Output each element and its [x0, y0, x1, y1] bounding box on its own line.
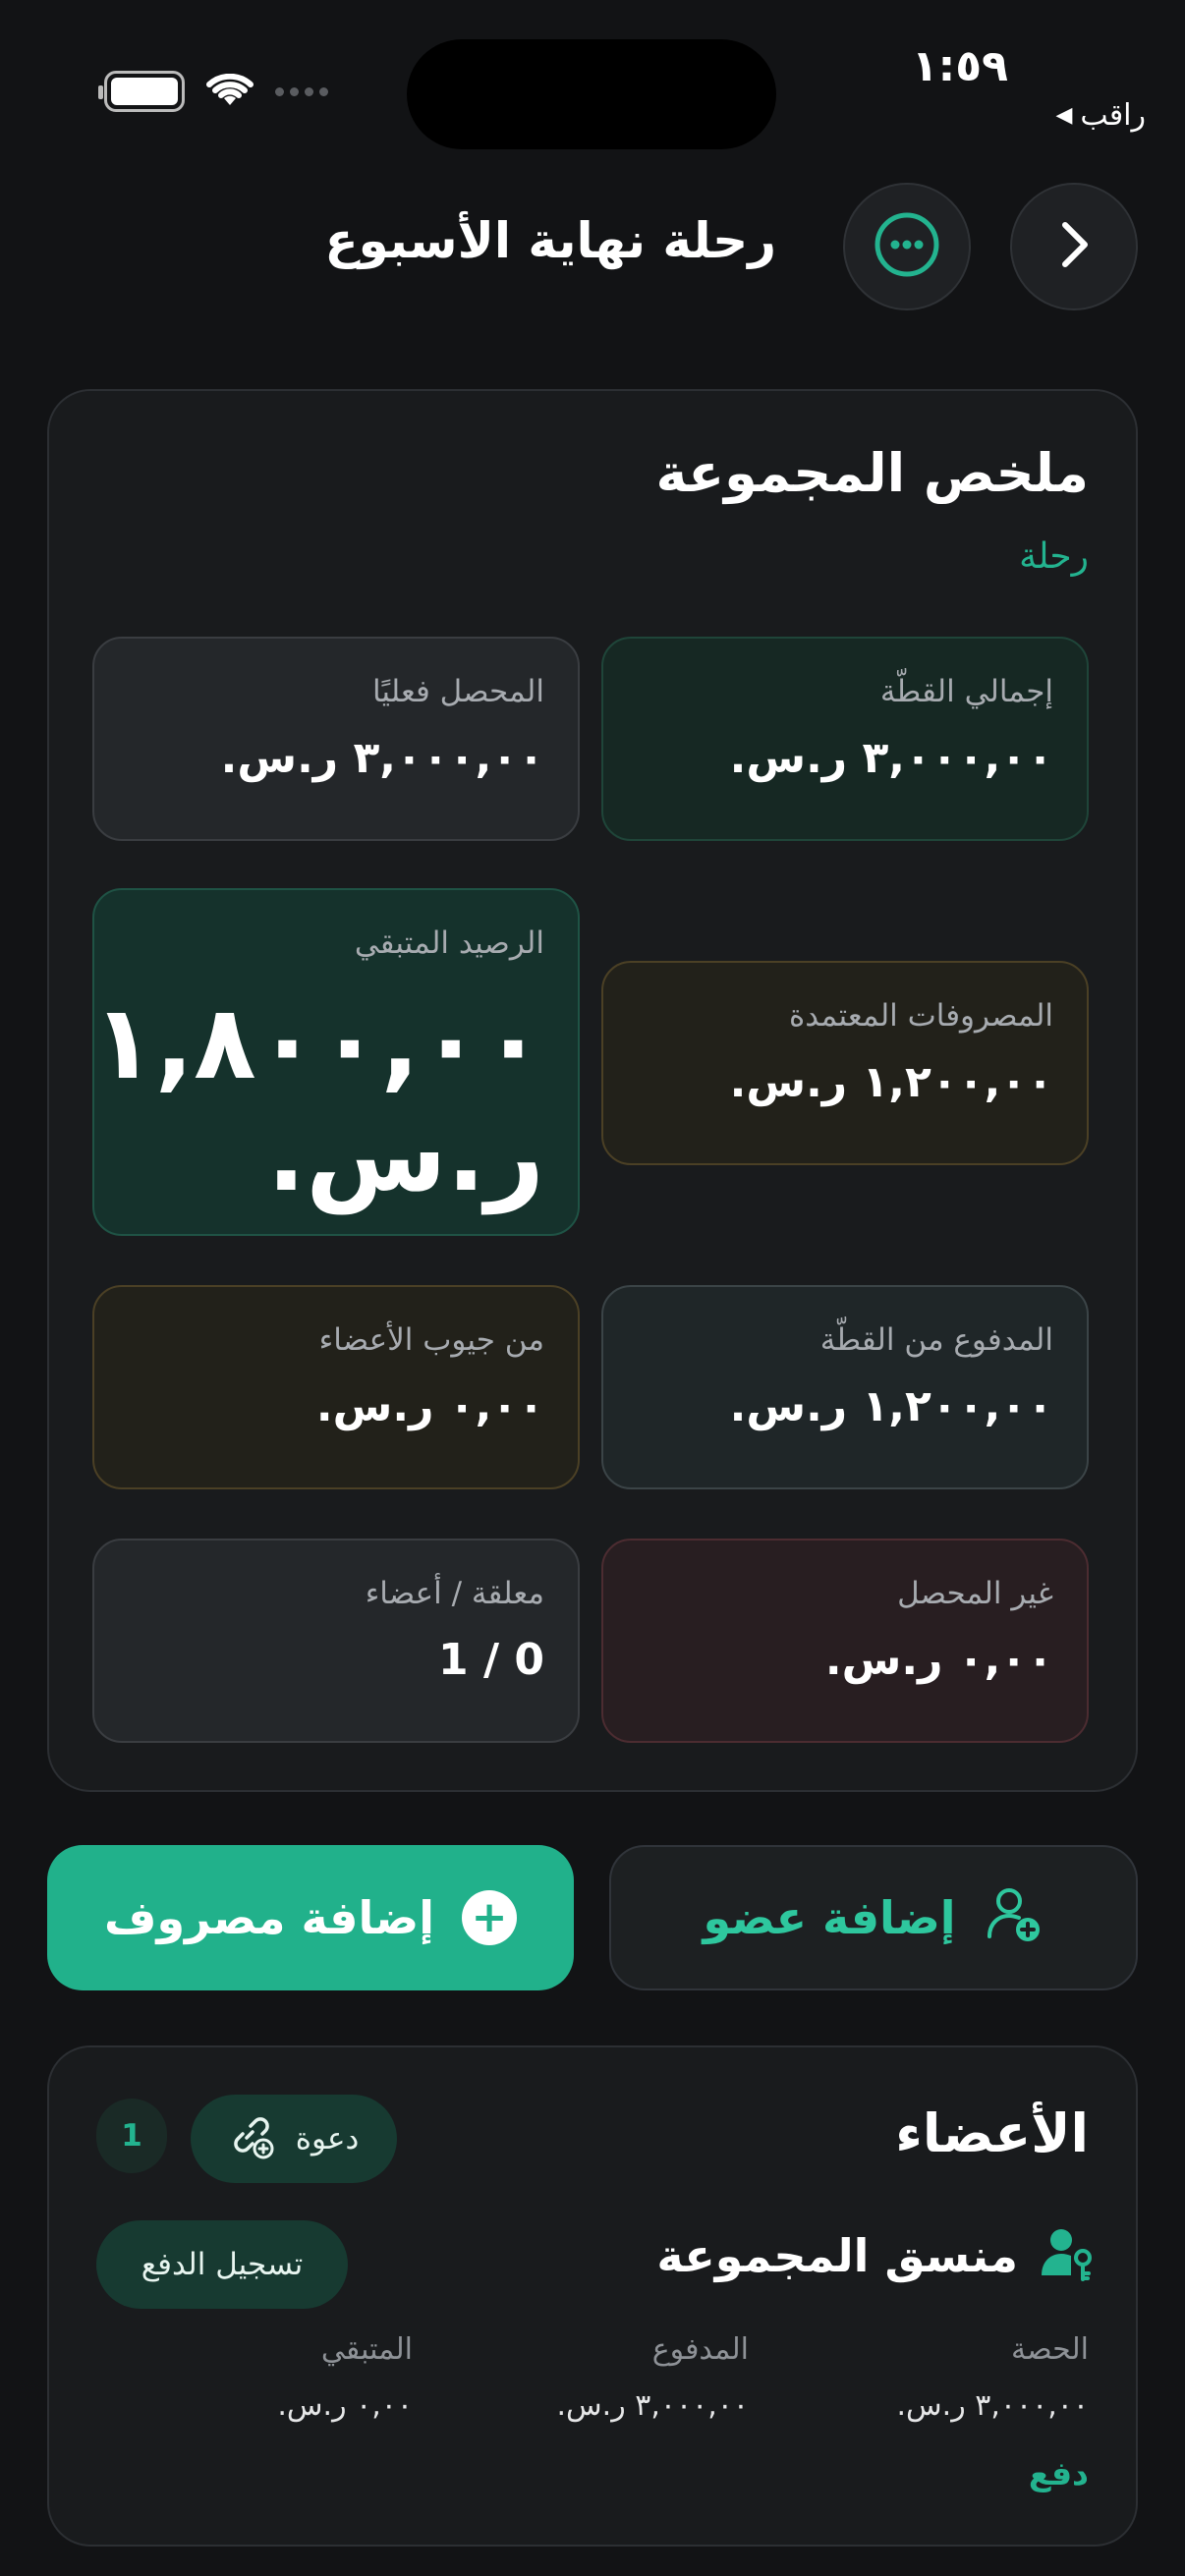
stat-value: ٠,٠٠ ر.س.: [315, 1381, 544, 1431]
stat-value: ٣,٠٠٠,٠٠ ر.س.: [220, 733, 544, 783]
stat-label: من جيوب الأعضاء: [318, 1322, 544, 1358]
back-button[interactable]: [1010, 183, 1138, 310]
stat-value: ١,٢٠٠,٠٠ ر.س.: [729, 1381, 1053, 1431]
stat-collected: المحصل فعليًا ٣,٠٠٠,٠٠ ر.س.: [92, 637, 580, 841]
member-role: منسق المجموعة: [656, 2229, 1018, 2282]
person-add-icon: [984, 1885, 1044, 1950]
member-remaining-column: المتبقي ٠,٠٠ ر.س.: [277, 2332, 413, 2423]
page-title: رحلة نهاية الأسبوع: [324, 212, 776, 269]
record-payment-button[interactable]: تسجيل الدفع: [96, 2220, 348, 2309]
chevron-right-icon: [1051, 215, 1097, 278]
group-summary-card: ملخص المجموعة رحلة إجمالي القطّة ٣,٠٠٠,٠…: [47, 389, 1138, 1792]
plus-circle-icon: +: [462, 1890, 517, 1945]
stat-uncollected: غير المحصل ٠,٠٠ ر.س.: [601, 1539, 1089, 1743]
header: رحلة نهاية الأسبوع: [0, 183, 1185, 310]
add-expense-button[interactable]: + إضافة مصروف: [47, 1845, 574, 1990]
battery-icon: [98, 71, 185, 112]
stat-pending-members: معلقة / أعضاء 0 / 1: [92, 1539, 580, 1743]
link-add-icon: [229, 2114, 274, 2163]
members-title: الأعضاء: [895, 2102, 1089, 2164]
stat-label: المصروفات المعتمدة: [789, 998, 1053, 1034]
cellular-signal-icon: [275, 86, 328, 96]
add-member-label: إضافة عضو: [703, 1891, 956, 1944]
carrier-arrow-icon: ◀: [1055, 103, 1073, 128]
member-share-value: ٣,٠٠٠,٠٠ ر.س.: [896, 2388, 1089, 2423]
member-paid-value: ٣,٠٠٠,٠٠ ر.س.: [556, 2388, 749, 2423]
add-expense-label: إضافة مصروف: [104, 1891, 434, 1944]
stat-value: ١,٨٠٠,٠٠ ر.س.: [92, 982, 544, 1215]
stat-label: المحصل فعليًا: [371, 674, 544, 709]
stat-value: ٠,٠٠ ر.س.: [824, 1635, 1053, 1685]
member-paid-label: المدفوع: [651, 2332, 749, 2367]
stat-total-pool: إجمالي القطّة ٣,٠٠٠,٠٠ ر.س.: [601, 637, 1089, 841]
person-key-icon: [1038, 2224, 1097, 2287]
ellipsis-circle-icon: [872, 209, 942, 284]
stat-label: الرصيد المتبقي: [354, 925, 544, 961]
summary-subtitle: رحلة: [1019, 536, 1089, 577]
dynamic-island: [407, 39, 776, 149]
members-count-badge: 1: [96, 2099, 167, 2173]
invite-label: دعوة: [295, 2121, 360, 2156]
carrier-name: راقب: [1080, 98, 1146, 133]
carrier-label: راقب ◀: [1055, 98, 1146, 133]
stat-from-members-pockets: من جيوب الأعضاء ٠,٠٠ ر.س.: [92, 1285, 580, 1489]
stat-paid-from-pool: المدفوع من القطّة ١,٢٠٠,٠٠ ر.س.: [601, 1285, 1089, 1489]
invite-button[interactable]: دعوة: [191, 2095, 397, 2183]
pay-status-link[interactable]: دفع: [1029, 2454, 1089, 2492]
add-member-button[interactable]: إضافة عضو: [609, 1845, 1138, 1990]
stat-label: إجمالي القطّة: [879, 674, 1053, 709]
more-options-button[interactable]: [843, 183, 971, 310]
stat-value: 0 / 1: [438, 1635, 544, 1685]
stat-label: معلقة / أعضاء: [365, 1576, 544, 1611]
status-icons: [98, 71, 328, 112]
stat-value: ١,٢٠٠,٠٠ ر.س.: [729, 1057, 1053, 1107]
members-card: الأعضاء دعوة 1 منسق المجموعة تسجيل الدفع: [47, 2045, 1138, 2547]
stat-label: غير المحصل: [897, 1576, 1053, 1611]
member-share-column: الحصة ٣,٠٠٠,٠٠ ر.س.: [897, 2332, 1089, 2423]
member-row: منسق المجموعة: [656, 2224, 1097, 2287]
stat-approved-expenses: المصروفات المعتمدة ١,٢٠٠,٠٠ ر.س.: [601, 961, 1089, 1165]
stat-value: ٣,٠٠٠,٠٠ ر.س.: [729, 733, 1053, 783]
stat-label: المدفوع من القطّة: [819, 1322, 1053, 1358]
status-bar: ١:٥٩ راقب ◀: [0, 0, 1185, 157]
member-paid-column: المدفوع ٣,٠٠٠,٠٠ ر.س.: [557, 2332, 749, 2423]
member-remaining-label: المتبقي: [320, 2332, 413, 2367]
member-share-label: الحصة: [1011, 2332, 1089, 2367]
summary-title: ملخص المجموعة: [655, 442, 1089, 504]
stat-remaining-balance: الرصيد المتبقي ١,٨٠٠,٠٠ ر.س.: [92, 888, 580, 1236]
wifi-icon: [206, 74, 254, 109]
member-remaining-value: ٠,٠٠ ر.س.: [277, 2388, 413, 2423]
status-time: ١:٥٩: [911, 41, 1008, 91]
